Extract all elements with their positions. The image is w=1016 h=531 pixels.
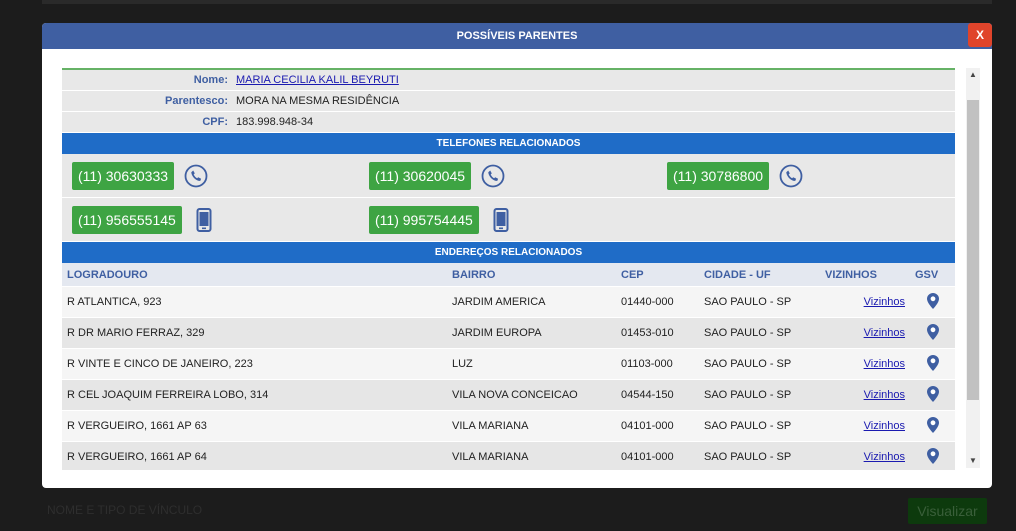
cpf-value: 183.998.948-34 bbox=[236, 116, 314, 128]
scroll-up-arrow-icon[interactable]: ▲ bbox=[966, 68, 980, 82]
cep-cell: 01440-000 bbox=[616, 286, 699, 318]
district-cell: LUZ bbox=[447, 348, 616, 380]
city-cell: SAO PAULO - SP bbox=[699, 379, 820, 411]
addresses-table: LOGRADOURO BAIRRO CEP CIDADE - UF VIZINH… bbox=[62, 263, 955, 470]
phone-number-button[interactable]: (11) 30620045 bbox=[369, 162, 472, 190]
phone-handset-icon[interactable] bbox=[481, 164, 505, 188]
map-pin-icon[interactable] bbox=[926, 416, 939, 436]
district-cell: JARDIM AMERICA bbox=[447, 286, 616, 318]
cpf-label: CPF: bbox=[202, 116, 228, 128]
header-cep: CEP bbox=[616, 263, 699, 287]
city-cell: SAO PAULO - SP bbox=[699, 410, 820, 442]
cep-cell: 01453-010 bbox=[616, 317, 699, 349]
phone-handset-icon[interactable] bbox=[779, 164, 803, 188]
name-row: Nome: MARIA CECILIA KALIL BEYRUTI bbox=[62, 70, 955, 91]
background-topbar bbox=[42, 0, 992, 4]
table-header-row: LOGRADOURO BAIRRO CEP CIDADE - UF VIZINH… bbox=[62, 263, 955, 287]
header-bairro: BAIRRO bbox=[447, 263, 616, 287]
map-pin-icon[interactable] bbox=[926, 385, 939, 405]
phones-section: (11) 30630333 (11) 30620045 (11) 3078680… bbox=[62, 154, 955, 242]
street-cell: R VERGUEIRO, 1661 AP 63 bbox=[62, 410, 447, 442]
map-pin-icon[interactable] bbox=[926, 292, 939, 312]
district-cell: VILA MARIANA bbox=[447, 441, 616, 470]
header-cidade-uf: CIDADE - UF bbox=[699, 263, 820, 287]
visualizar-button[interactable]: Visualizar bbox=[908, 498, 987, 524]
content-scrollbar[interactable]: ▲ ▼ bbox=[966, 68, 980, 468]
mobile-phone-icon[interactable] bbox=[489, 208, 513, 232]
map-pin-icon[interactable] bbox=[926, 323, 939, 343]
table-row: R DR MARIO FERRAZ, 329 JARDIM EUROPA 014… bbox=[62, 317, 955, 349]
phone-number-button[interactable]: (11) 956555145 bbox=[72, 206, 182, 234]
modal-content: Nome: MARIA CECILIA KALIL BEYRUTI Parent… bbox=[62, 68, 955, 470]
vizinhos-link[interactable]: Vizinhos bbox=[864, 451, 905, 463]
scroll-thumb[interactable] bbox=[967, 100, 979, 400]
vizinhos-link[interactable]: Vizinhos bbox=[864, 358, 905, 370]
header-gsv: GSV bbox=[910, 263, 955, 287]
city-cell: SAO PAULO - SP bbox=[699, 317, 820, 349]
map-pin-icon[interactable] bbox=[926, 447, 939, 467]
cep-cell: 04544-150 bbox=[616, 379, 699, 411]
map-pin-icon[interactable] bbox=[926, 354, 939, 374]
mobile-phone-icon[interactable] bbox=[192, 208, 216, 232]
phone-number-button[interactable]: (11) 30786800 bbox=[667, 162, 770, 190]
vizinhos-link[interactable]: Vizinhos bbox=[864, 327, 905, 339]
cep-cell: 01103-000 bbox=[616, 348, 699, 380]
phone-number-button[interactable]: (11) 995754445 bbox=[369, 206, 479, 234]
close-button[interactable]: X bbox=[968, 23, 992, 47]
city-cell: SAO PAULO - SP bbox=[699, 441, 820, 470]
street-cell: R VINTE E CINCO DE JANEIRO, 223 bbox=[62, 348, 447, 380]
vizinhos-link[interactable]: Vizinhos bbox=[864, 389, 905, 401]
mobile-row: (11) 956555145 (11) 995754445 bbox=[62, 198, 955, 242]
relation-value: MORA NA MESMA RESIDÊNCIA bbox=[236, 95, 400, 107]
header-logradouro: LOGRADOURO bbox=[62, 263, 447, 287]
modal-title: POSSÍVEIS PARENTES bbox=[42, 23, 992, 49]
cep-cell: 04101-000 bbox=[616, 441, 699, 470]
street-cell: R ATLANTICA, 923 bbox=[62, 286, 447, 318]
phone-item: (11) 30620045 bbox=[369, 162, 505, 190]
table-row: R VINTE E CINCO DE JANEIRO, 223 LUZ 0110… bbox=[62, 348, 955, 380]
phone-item: (11) 956555145 bbox=[72, 206, 216, 234]
table-row: R VERGUEIRO, 1661 AP 63 VILA MARIANA 041… bbox=[62, 410, 955, 442]
cep-cell: 04101-000 bbox=[616, 410, 699, 442]
scroll-down-arrow-icon[interactable]: ▼ bbox=[966, 454, 980, 468]
district-cell: VILA NOVA CONCEICAO bbox=[447, 379, 616, 411]
relation-label: Parentesco: bbox=[165, 95, 228, 107]
street-cell: R VERGUEIRO, 1661 AP 64 bbox=[62, 441, 447, 470]
district-cell: JARDIM EUROPA bbox=[447, 317, 616, 349]
phone-handset-icon[interactable] bbox=[184, 164, 208, 188]
person-name-link[interactable]: MARIA CECILIA KALIL BEYRUTI bbox=[236, 74, 399, 86]
cpf-row: CPF: 183.998.948-34 bbox=[62, 112, 955, 133]
phones-section-title: TELEFONES RELACIONADOS bbox=[62, 133, 955, 154]
table-row: R ATLANTICA, 923 JARDIM AMERICA 01440-00… bbox=[62, 286, 955, 318]
landline-row: (11) 30630333 (11) 30620045 (11) 3078680… bbox=[62, 154, 955, 198]
relatives-modal: POSSÍVEIS PARENTES X Nome: MARIA CECILIA… bbox=[42, 23, 992, 488]
relation-row: Parentesco: MORA NA MESMA RESIDÊNCIA bbox=[62, 91, 955, 112]
header-vizinhos: VIZINHOS bbox=[820, 263, 910, 287]
city-cell: SAO PAULO - SP bbox=[699, 286, 820, 318]
background-footer-label: NOME E TIPO DE VÍNCULO bbox=[47, 503, 203, 517]
table-row: R CEL JOAQUIM FERREIRA LOBO, 314 VILA NO… bbox=[62, 379, 955, 411]
vizinhos-link[interactable]: Vizinhos bbox=[864, 296, 905, 308]
street-cell: R DR MARIO FERRAZ, 329 bbox=[62, 317, 447, 349]
street-cell: R CEL JOAQUIM FERREIRA LOBO, 314 bbox=[62, 379, 447, 411]
phone-item: (11) 30786800 bbox=[667, 162, 803, 190]
city-cell: SAO PAULO - SP bbox=[699, 348, 820, 380]
district-cell: VILA MARIANA bbox=[447, 410, 616, 442]
phone-item: (11) 30630333 bbox=[72, 162, 208, 190]
name-label: Nome: bbox=[193, 74, 228, 86]
table-row: R VERGUEIRO, 1661 AP 64 VILA MARIANA 041… bbox=[62, 441, 955, 470]
phone-item: (11) 995754445 bbox=[369, 206, 513, 234]
addresses-section-title: ENDEREÇOS RELACIONADOS bbox=[62, 242, 955, 263]
vizinhos-link[interactable]: Vizinhos bbox=[864, 420, 905, 432]
phone-number-button[interactable]: (11) 30630333 bbox=[72, 162, 175, 190]
